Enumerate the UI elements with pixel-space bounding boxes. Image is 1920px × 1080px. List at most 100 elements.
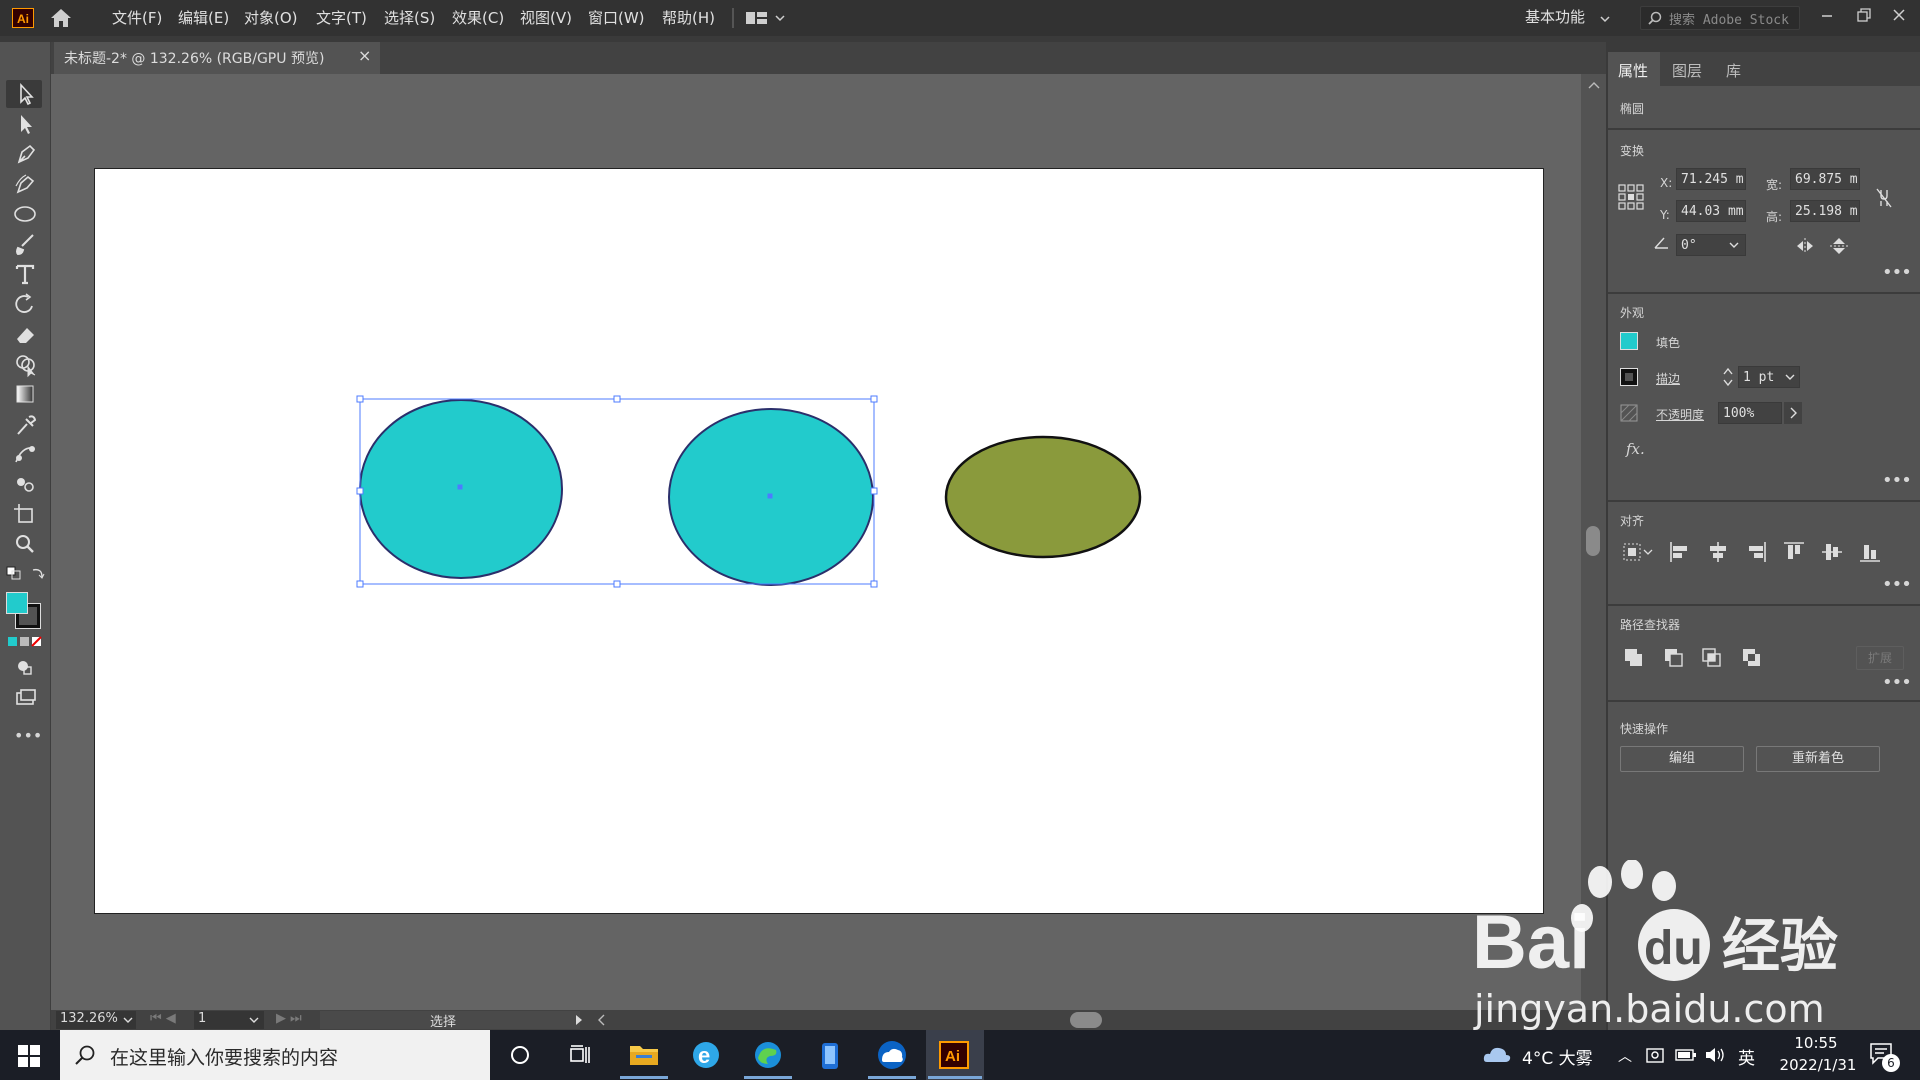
windows-start-icon[interactable] [14, 1040, 44, 1070]
scroll-left-icon[interactable] [596, 1013, 606, 1027]
arrange-documents-icon[interactable] [746, 10, 788, 26]
gradient-tool-icon[interactable] [8, 380, 42, 408]
menu-file[interactable]: 文件(F) [112, 0, 162, 36]
close-tab-icon[interactable]: × [358, 46, 371, 65]
reference-point-icon[interactable] [1618, 184, 1644, 210]
blend-tool-icon[interactable] [8, 440, 42, 468]
align-left-icon[interactable] [1668, 540, 1692, 564]
zoom-chevron-down-icon[interactable] [122, 1015, 134, 1025]
restore-button[interactable] [1849, 4, 1877, 28]
ellipse-tool-icon[interactable] [8, 200, 42, 228]
symbol-sprayer-tool-icon[interactable] [8, 470, 42, 498]
transform-more-options-icon[interactable]: ••• [1882, 262, 1912, 283]
default-fill-stroke-icon[interactable] [6, 566, 22, 580]
menu-help[interactable]: 帮助(H) [662, 0, 715, 36]
angle-chevron-down-icon[interactable] [1728, 240, 1740, 250]
align-bottom-icon[interactable] [1858, 540, 1882, 564]
swap-fill-stroke-icon[interactable] [30, 566, 46, 580]
menu-type[interactable]: 文字(T) [316, 0, 367, 36]
tab-libraries[interactable]: 库 [1726, 60, 1741, 81]
pathfinder-expand-button[interactable]: 扩展 [1856, 646, 1904, 670]
weather-text[interactable]: 4°C 大雾 [1522, 1044, 1593, 1069]
pathfinder-more-options-icon[interactable]: ••• [1882, 672, 1912, 693]
weather-cloud-icon[interactable] [1482, 1042, 1512, 1066]
align-more-options-icon[interactable]: ••• [1882, 574, 1912, 595]
opacity-label[interactable]: 不透明度 [1656, 406, 1704, 423]
artboard-number[interactable]: 1 [198, 1011, 206, 1026]
chevron-down-icon[interactable] [1600, 12, 1610, 23]
tray-chevron-up-icon[interactable]: ︿ [1618, 1046, 1632, 1066]
edge-browser-icon[interactable] [748, 1036, 788, 1074]
pen-tool-icon[interactable] [8, 140, 42, 168]
zoom-level[interactable]: 132.26% [60, 1011, 118, 1026]
stroke-color-swatch[interactable] [1620, 368, 1638, 386]
group-button[interactable]: 编组 [1620, 746, 1744, 772]
phone-app-icon[interactable] [810, 1036, 850, 1074]
align-right-icon[interactable] [1744, 540, 1768, 564]
vertical-scroll-thumb[interactable] [1586, 526, 1600, 556]
fill-swatch[interactable] [6, 592, 28, 614]
menu-select[interactable]: 选择(S) [384, 0, 435, 36]
task-view-icon[interactable] [560, 1036, 600, 1074]
selection-tool-icon[interactable] [8, 80, 42, 108]
pathfinder-minus-front-icon[interactable] [1662, 646, 1686, 670]
illustrator-taskbar-icon[interactable]: Ai [934, 1036, 974, 1074]
stock-search-input[interactable]: 搜索 Adobe Stock [1640, 6, 1800, 30]
flip-horizontal-icon[interactable] [1794, 236, 1816, 256]
y-position-field[interactable]: 44.03 mm [1676, 200, 1746, 222]
more-tools-icon[interactable]: ••• [14, 726, 42, 745]
horizontal-scroll-thumb[interactable] [1070, 1012, 1102, 1028]
height-field[interactable]: 25.198 m [1790, 200, 1860, 222]
screen-mode-icon[interactable] [8, 684, 42, 712]
paintbrush-tool-icon[interactable] [8, 230, 42, 258]
pathfinder-exclude-icon[interactable] [1740, 646, 1764, 670]
artboard-nav-next-last-icon[interactable]: ▶⏭ [276, 1011, 306, 1026]
align-horizontal-center-icon[interactable] [1706, 540, 1730, 564]
pathfinder-unite-icon[interactable] [1622, 646, 1646, 670]
x-position-field[interactable]: 71.245 m [1676, 168, 1746, 190]
ie-browser-icon[interactable]: e [686, 1036, 726, 1074]
tray-security-icon[interactable] [1644, 1044, 1666, 1066]
file-explorer-icon[interactable] [624, 1036, 664, 1074]
appearance-more-options-icon[interactable]: ••• [1882, 470, 1912, 491]
align-to-selection-icon[interactable] [1622, 540, 1656, 564]
artboard-tool-icon[interactable] [8, 500, 42, 528]
minimize-button[interactable] [1813, 4, 1841, 28]
eraser-tool-icon[interactable] [8, 320, 42, 348]
zoom-tool-icon[interactable] [8, 530, 42, 558]
shape-builder-tool-icon[interactable] [8, 350, 42, 378]
clock-time[interactable]: 10:55 [1786, 1034, 1846, 1052]
color-mode-icons[interactable] [8, 636, 42, 648]
clock-date[interactable]: 2022/1/31 [1775, 1056, 1861, 1074]
stroke-chevron-down-icon[interactable] [1784, 372, 1796, 382]
tab-layers[interactable]: 图层 [1672, 60, 1702, 81]
menu-window[interactable]: 窗口(W) [588, 0, 645, 36]
workspace-switcher[interactable]: 基本功能 [1525, 0, 1585, 34]
cloud-app-icon[interactable] [872, 1036, 912, 1074]
width-field[interactable]: 69.875 m [1790, 168, 1860, 190]
artboard-nav-first-prev-icon[interactable]: ⏮◀ [150, 1011, 180, 1026]
artboard-chevron-down-icon[interactable] [248, 1015, 260, 1025]
effects-fx-icon[interactable]: fx. [1626, 440, 1645, 458]
cortana-icon[interactable] [500, 1036, 540, 1074]
tray-volume-icon[interactable] [1704, 1046, 1728, 1064]
scroll-up-icon[interactable] [1588, 80, 1600, 90]
align-top-icon[interactable] [1782, 540, 1806, 564]
curvature-tool-icon[interactable] [8, 170, 42, 198]
menu-edit[interactable]: 编辑(E) [178, 0, 229, 36]
opacity-field[interactable]: 100% [1718, 402, 1782, 424]
home-icon[interactable] [48, 6, 74, 30]
close-window-button[interactable] [1885, 4, 1913, 28]
constrain-proportions-icon[interactable] [1874, 186, 1894, 210]
stroke-label[interactable]: 描边 [1656, 370, 1680, 387]
tray-battery-icon[interactable] [1674, 1046, 1698, 1064]
eyedropper-tool-icon[interactable] [8, 410, 42, 438]
ime-language-indicator[interactable]: 英 [1738, 1044, 1755, 1069]
align-vertical-center-icon[interactable] [1820, 540, 1844, 564]
opacity-expand-icon[interactable] [1784, 402, 1802, 424]
rotate-tool-icon[interactable] [8, 290, 42, 318]
menu-object[interactable]: 对象(O) [244, 0, 298, 36]
stroke-weight-stepper-icon[interactable] [1722, 366, 1734, 388]
menu-view[interactable]: 视图(V) [520, 0, 572, 36]
fill-color-swatch[interactable] [1620, 332, 1638, 350]
